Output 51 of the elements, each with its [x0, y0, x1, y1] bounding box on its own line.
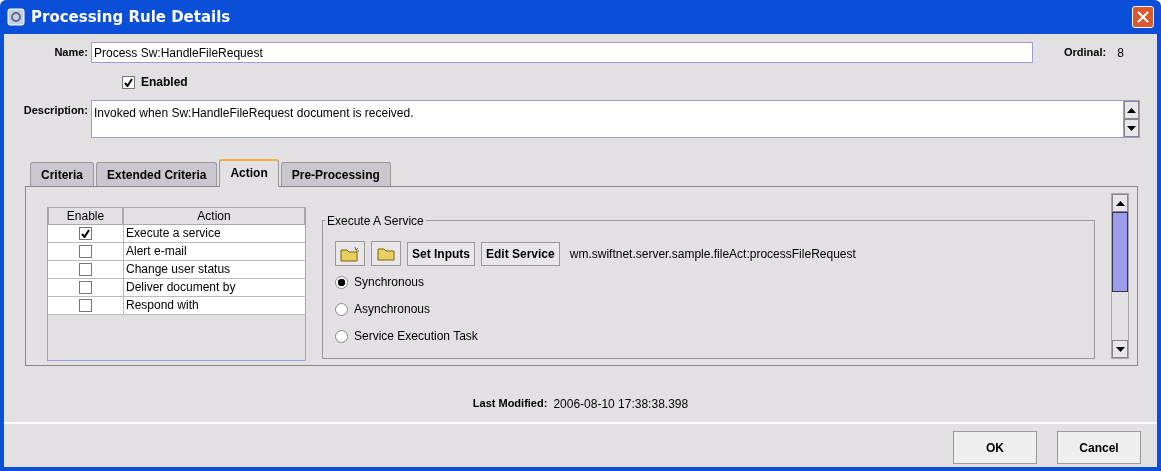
column-header: Action — [123, 207, 305, 225]
enabled-checkbox[interactable]: Enabled — [122, 73, 188, 91]
close-icon — [1137, 11, 1149, 23]
checkmark-icon — [124, 77, 133, 87]
table-cell: Alert e-mail — [123, 243, 305, 260]
radio-option[interactable]: Asynchronous — [335, 300, 431, 318]
spin-up-button[interactable] — [1124, 101, 1139, 119]
tab[interactable]: Action — [219, 159, 279, 187]
down-arrow-icon — [1127, 125, 1136, 131]
service-name: wm.swiftnet.server.sample.fileAct:processFileRequest — [569, 245, 856, 263]
action-button[interactable]: Set Inputs — [407, 241, 475, 266]
tab[interactable]: Pre-Processing — [280, 162, 391, 186]
folder-button[interactable] — [371, 241, 401, 266]
field-label: Name: — [53, 45, 88, 61]
description-field[interactable]: Invoked when Sw:HandleFileRequest document is received. — [91, 100, 1140, 138]
row-checkbox[interactable] — [79, 281, 92, 294]
radio-option[interactable]: Synchronous — [335, 273, 425, 291]
column-header: Enable — [48, 207, 123, 225]
row-checkbox[interactable] — [79, 227, 92, 240]
table-cell: Deliver document by — [123, 279, 305, 296]
timestamp: 2006-08-10 17:38:38.398 — [553, 396, 689, 413]
spin-down-button[interactable] — [1124, 119, 1139, 137]
app-icon — [7, 8, 25, 26]
table-cell: Execute a service — [123, 225, 305, 242]
field-label: Ordinal: — [1064, 45, 1107, 61]
up-arrow-icon — [1115, 200, 1125, 206]
row-checkbox[interactable] — [79, 299, 92, 312]
table-cell: Change user status — [123, 261, 305, 278]
dialog-button[interactable]: OK — [953, 431, 1037, 464]
scrollbar[interactable] — [1111, 193, 1129, 359]
field-label: Description: — [22, 103, 88, 118]
up-arrow-icon — [1127, 107, 1136, 113]
table-cell: Respond with — [123, 297, 305, 314]
tab[interactable]: Criteria — [30, 162, 95, 186]
checkmark-icon — [81, 229, 90, 238]
ordinal-value: 8 — [1117, 44, 1124, 62]
dialog-button[interactable]: Cancel — [1057, 431, 1141, 464]
row-checkbox[interactable] — [79, 245, 92, 258]
radio-option[interactable]: Service Execution Task — [335, 327, 478, 345]
row-checkbox[interactable] — [79, 263, 92, 276]
description-text: Invoked when Sw:HandleFileRequest document is received. — [93, 105, 415, 122]
folder-sparkle-icon — [340, 245, 360, 262]
new-folder-button[interactable] — [335, 241, 365, 266]
action-button[interactable]: Edit Service — [481, 241, 560, 266]
tab[interactable]: Extended Criteria — [96, 162, 218, 186]
down-arrow-icon — [1115, 346, 1125, 352]
close-button[interactable] — [1132, 6, 1154, 28]
folder-icon — [377, 246, 395, 261]
field-label: Last Modified: — [472, 396, 548, 411]
window-title: Processing Rule Details — [31, 6, 231, 28]
name-field[interactable]: Process Sw:HandleFileRequest — [91, 42, 1033, 63]
